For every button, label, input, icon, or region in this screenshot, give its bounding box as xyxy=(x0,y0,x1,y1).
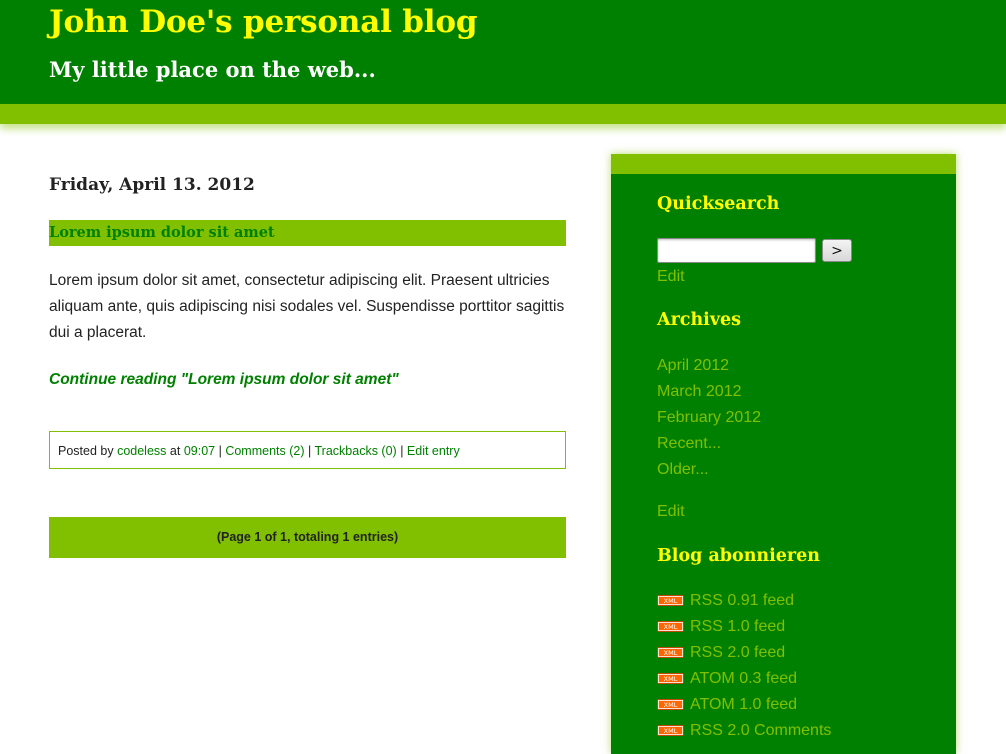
svg-text:XML: XML xyxy=(664,727,678,735)
archive-link-recent[interactable]: Recent... xyxy=(657,434,721,454)
xml-feed-icon: XML xyxy=(657,724,684,736)
feed-item-atom-03[interactable]: XML ATOM 0.3 feed xyxy=(657,670,797,690)
archives-edit-link[interactable]: Edit xyxy=(657,502,685,522)
time-link[interactable]: 09:07 xyxy=(184,444,215,458)
blog-title[interactable]: John Doe's personal blog xyxy=(49,4,477,40)
quicksearch-input[interactable] xyxy=(657,238,816,263)
svg-text:XML: XML xyxy=(664,675,678,683)
entry-date: Friday, April 13. 2012 xyxy=(49,175,255,195)
xml-feed-icon: XML xyxy=(657,620,684,632)
separator: | xyxy=(400,444,404,458)
entry-title[interactable]: Lorem ipsum dolor sit amet xyxy=(49,220,566,246)
blog-tagline: My little place on the web... xyxy=(49,57,376,82)
pagination-bar: (Page 1 of 1, totaling 1 entries) xyxy=(49,517,566,558)
sidebar: Quicksearch > Edit Archives April 2012 M… xyxy=(611,154,956,754)
feed-link[interactable]: RSS 2.0 Comments xyxy=(690,722,831,739)
feed-link[interactable]: RSS 1.0 feed xyxy=(690,618,785,635)
archives-title: Archives xyxy=(657,310,741,330)
author-link[interactable]: codeless xyxy=(117,444,166,458)
header-stripe xyxy=(0,104,1006,124)
continue-reading-link[interactable]: Continue reading "Lorem ipsum dolor sit … xyxy=(49,371,566,389)
svg-text:XML: XML xyxy=(664,649,678,657)
comments-link[interactable]: Comments (2) xyxy=(225,444,304,458)
quicksearch-edit-link[interactable]: Edit xyxy=(657,267,685,287)
quicksearch-title: Quicksearch xyxy=(657,194,780,214)
feed-link[interactable]: RSS 2.0 feed xyxy=(690,644,785,661)
edit-entry-link[interactable]: Edit entry xyxy=(407,444,460,458)
archive-link-april-2012[interactable]: April 2012 xyxy=(657,356,729,376)
xml-feed-icon: XML xyxy=(657,698,684,710)
archive-link-march-2012[interactable]: March 2012 xyxy=(657,382,742,402)
feed-item-rss-20[interactable]: XML RSS 2.0 feed xyxy=(657,644,785,664)
sidebar-top-stripe xyxy=(611,154,956,174)
svg-text:XML: XML xyxy=(664,623,678,631)
quicksearch-submit-button[interactable]: > xyxy=(822,239,852,262)
feed-item-rss-091[interactable]: XML RSS 0.91 feed xyxy=(657,592,794,612)
feed-item-rss-20-comments[interactable]: XML RSS 2.0 Comments xyxy=(657,722,831,742)
entry-footer: Posted by codeless at 09:07 | Comments (… xyxy=(49,431,566,469)
archive-link-february-2012[interactable]: February 2012 xyxy=(657,408,761,428)
xml-feed-icon: XML xyxy=(657,594,684,606)
feed-item-rss-10[interactable]: XML RSS 1.0 feed xyxy=(657,618,785,638)
trackbacks-link[interactable]: Trackbacks (0) xyxy=(315,444,397,458)
separator: | xyxy=(218,444,222,458)
xml-feed-icon: XML xyxy=(657,646,684,658)
feed-link[interactable]: RSS 0.91 feed xyxy=(690,592,794,609)
main-content: Friday, April 13. 2012 Lorem ipsum dolor… xyxy=(49,172,566,558)
subscribe-title: Blog abonnieren xyxy=(657,546,820,566)
svg-text:XML: XML xyxy=(664,597,678,605)
feed-link[interactable]: ATOM 0.3 feed xyxy=(690,670,797,687)
xml-feed-icon: XML xyxy=(657,672,684,684)
site-header: John Doe's personal blog My little place… xyxy=(0,0,1006,104)
svg-text:XML: XML xyxy=(664,701,678,709)
feed-link[interactable]: ATOM 1.0 feed xyxy=(690,696,797,713)
entry-body: Lorem ipsum dolor sit amet, consectetur … xyxy=(49,272,565,341)
at-label: at xyxy=(169,444,181,458)
posted-by-label: Posted by xyxy=(58,444,114,458)
feed-item-atom-10[interactable]: XML ATOM 1.0 feed xyxy=(657,696,797,716)
archive-link-older[interactable]: Older... xyxy=(657,460,709,480)
separator: | xyxy=(308,444,312,458)
